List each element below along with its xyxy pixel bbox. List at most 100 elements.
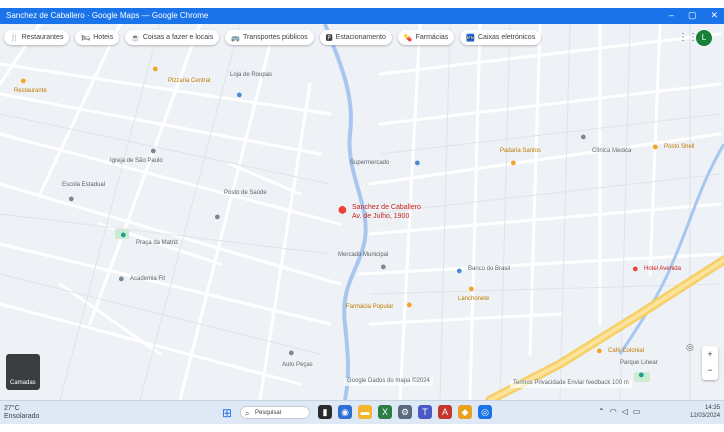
chip-restaurants[interactable]: 🍴 Restaurantes — [4, 30, 70, 45]
place-pin[interactable]: ● — [118, 274, 125, 285]
clock-date: 12/03/2024 — [690, 413, 721, 419]
zoom-out-button[interactable]: − — [702, 362, 718, 378]
place-label: Mercado Municipal — [338, 252, 389, 258]
chat-icon[interactable]: ◉ — [338, 405, 352, 419]
place-pin[interactable]: ● — [380, 262, 387, 273]
place-pin[interactable]: ● — [596, 346, 603, 357]
selected-place-marker[interactable]: ● — [337, 200, 348, 218]
zoom-control: + − — [702, 346, 718, 380]
screen-top-edge — [0, 0, 724, 8]
chip-pharmacies[interactable]: 💊 Farmácias — [397, 30, 455, 45]
place-label: Igreja de São Paulo — [110, 158, 163, 164]
place-label: Loja de Roupas — [230, 72, 273, 78]
weather-widget[interactable]: 27°C Ensolarado — [4, 405, 39, 421]
taskbar-clock[interactable]: 14:35 12/03/2024 — [690, 404, 720, 420]
minimize-icon[interactable]: – — [669, 10, 674, 21]
clock-time: 14:35 — [705, 405, 721, 411]
battery-icon[interactable]: ▭ — [633, 407, 641, 416]
chip-things-to-do[interactable]: ☕ Coisas a fazer e locais — [125, 30, 220, 45]
close-icon[interactable]: ✕ — [710, 10, 718, 21]
my-location-icon[interactable]: ◎ — [686, 342, 698, 354]
place-pin[interactable]: ● — [214, 212, 221, 223]
place-pin[interactable]: ● — [406, 300, 413, 311]
place-pin[interactable]: ● — [236, 90, 243, 101]
speaker-icon[interactable]: ◁ — [622, 407, 628, 416]
map-footer-links[interactable]: Termos Privacidade Enviar feedback 100 m — [510, 380, 632, 388]
place-label: Farmácia Popular — [346, 304, 394, 310]
browser-title-bar: Sanchez de Caballero · Google Maps — Goo… — [0, 8, 724, 24]
place-label: Banco do Brasil — [468, 266, 511, 272]
place-pin[interactable]: ● — [456, 266, 463, 277]
chip-transit[interactable]: 🚌 Transportes públicos — [225, 30, 314, 45]
place-pin[interactable]: ● — [152, 64, 159, 75]
chip-label: Farmácias — [415, 34, 449, 41]
place-pin[interactable]: ● — [580, 132, 587, 143]
place-label: Hotel Avenida — [644, 266, 681, 272]
selected-place-label[interactable]: Sanchez de Caballero Av. de Julho, 1900 — [352, 203, 421, 221]
hotel-icon: 🛏 — [81, 34, 91, 42]
settings-icon[interactable]: ⚙ — [398, 405, 412, 419]
taskbar-apps: ▮ ◉ ▬ X ⚙ T A ◆ ◎ — [318, 405, 492, 419]
windows-start-icon[interactable]: ⊞ — [222, 406, 232, 420]
place-label: Praça da Matriz — [136, 240, 179, 246]
place-label: Padaria Santos — [500, 148, 542, 154]
place-label: Pizzaria Central — [168, 78, 211, 84]
place-pin[interactable]: ● — [638, 370, 645, 381]
zoom-in-button[interactable]: + — [702, 346, 718, 362]
place-label: Parque Linear — [620, 360, 658, 366]
screen-bottom-edge — [0, 424, 724, 432]
place-pin[interactable]: ● — [632, 264, 639, 275]
chip-label: Hoteis — [93, 34, 114, 41]
apps-grid-icon[interactable]: ⋮⋮ — [678, 32, 698, 43]
chip-parking[interactable]: 🅿 Estacionamento — [319, 30, 392, 45]
chip-hotels[interactable]: 🛏 Hoteis — [75, 30, 120, 45]
chip-atms[interactable]: 🏧 Caixas eletrónicos — [460, 30, 542, 45]
place-pin[interactable]: ● — [414, 158, 421, 169]
pharmacy-icon: 💊 — [403, 34, 413, 42]
taskbar-search[interactable]: Pesquisar — [240, 406, 310, 420]
window-title: Sanchez de Caballero · Google Maps — Goo… — [6, 11, 209, 20]
layers-thumbnail[interactable]: Camadas — [6, 354, 40, 390]
place-pin[interactable]: ● — [120, 230, 127, 241]
selected-place-address: Av. de Julho, 1900 — [352, 213, 410, 220]
pdf-icon[interactable]: A — [438, 405, 452, 419]
place-pin[interactable]: ● — [510, 158, 517, 169]
wifi-icon[interactable]: ◠ — [610, 407, 617, 416]
chip-label: Estacionamento — [335, 34, 386, 41]
place-pin[interactable]: ● — [288, 348, 295, 359]
chip-label: Restaurantes — [21, 34, 64, 41]
place-label: Escola Estadual — [62, 182, 106, 188]
system-tray: ⌃ ◠ ◁ ▭ — [598, 407, 640, 416]
maps-icon[interactable]: ◆ — [458, 405, 472, 419]
place-pin[interactable]: ● — [68, 194, 75, 205]
windows-taskbar: 27°C Ensolarado ⊞ Pesquisar ▮ ◉ ▬ X ⚙ T … — [0, 400, 724, 425]
parking-icon: 🅿 — [325, 34, 333, 42]
teams-icon[interactable]: T — [418, 405, 432, 419]
chip-label: Caixas eletrónicos — [478, 34, 536, 41]
file-explorer-icon[interactable]: ▬ — [358, 405, 372, 419]
place-label: Restaurante — [14, 88, 47, 94]
account-avatar[interactable]: L — [696, 30, 712, 46]
place-label: Clínica Médica — [592, 148, 632, 154]
task-view-icon[interactable]: ▮ — [318, 405, 332, 419]
place-pin[interactable]: ● — [468, 284, 475, 295]
chevron-up-icon[interactable]: ⌃ — [598, 407, 605, 416]
bus-icon: 🚌 — [231, 34, 240, 42]
place-pin[interactable]: ● — [150, 146, 157, 157]
restaurant-icon: 🍴 — [10, 34, 19, 42]
atm-icon: 🏧 — [466, 34, 475, 42]
maximize-icon[interactable]: ▢ — [688, 10, 697, 21]
weather-temp: 27°C — [4, 405, 20, 412]
place-label: Café Colonial — [608, 348, 645, 354]
layers-label: Camadas — [10, 380, 36, 386]
place-pin[interactable]: ● — [652, 142, 659, 153]
place-label: Auto Peças — [282, 362, 313, 368]
chrome-icon[interactable]: ◎ — [478, 405, 492, 419]
place-label: Lanchonete — [458, 296, 490, 302]
place-label: Posto de Saúde — [224, 190, 267, 196]
place-pin[interactable]: ● — [20, 76, 27, 87]
excel-icon[interactable]: X — [378, 405, 392, 419]
place-label: Academia Fit — [130, 276, 166, 282]
place-label: Posto Shell — [664, 144, 695, 150]
place-label: Supermercado — [350, 160, 390, 166]
